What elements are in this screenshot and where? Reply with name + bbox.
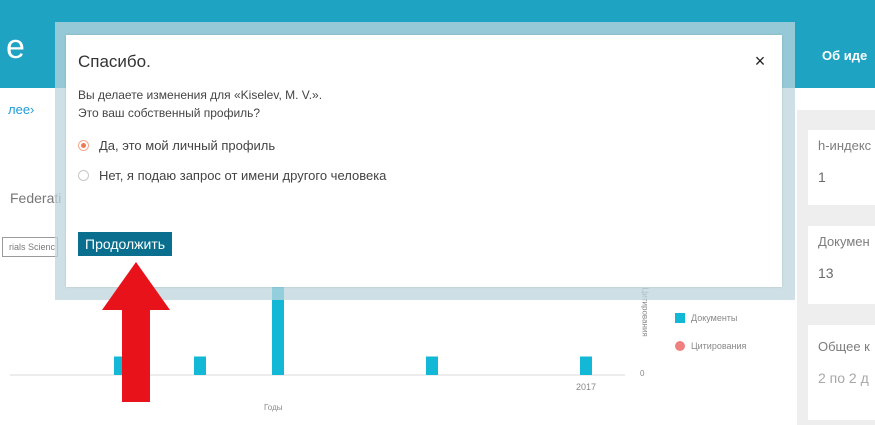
radio-button[interactable] [78,170,89,181]
x-tick-label: 2017 [576,382,597,392]
profile-confirm-dialog: Спасибо. × Вы делаете изменения для «Kis… [66,35,782,287]
metric-card-citations[interactable]: Общее к 2 по 2 д [808,325,875,420]
legend-swatch-citations [675,341,685,351]
bar-documents[interactable] [426,356,438,376]
arrow-shape [102,262,170,402]
dialog-text-line-2: Это ваш собственный профиль? [78,106,261,120]
metric-value: 1 [818,169,826,185]
red-arrow-annotation [102,262,170,402]
metric-card-h-index: h-индекс 1 [808,130,875,205]
radio-option-other[interactable]: Нет, я подаю запрос от имени другого чел… [78,168,386,183]
dialog-text-line-1: Вы делаете изменения для «Kiselev, M. V.… [78,88,323,102]
metric-card-documents[interactable]: Докумен 13 [808,226,875,304]
legend-item-documents[interactable]: Документы [675,313,737,323]
radio-option-self[interactable]: Да, это мой личный профиль [78,138,275,153]
continue-button[interactable]: Продолжить [78,232,173,256]
close-icon[interactable]: × [748,49,772,73]
metric-value: 2 по 2 д [818,370,869,386]
about-link[interactable]: Об иде [822,48,867,63]
x-axis-label: Годы [264,403,283,412]
bar-documents[interactable] [194,356,206,376]
radio-label: Нет, я подаю запрос от имени другого чел… [99,168,387,183]
legend-item-citations[interactable]: Цитирования [675,341,746,351]
metric-label: Докумен [818,234,870,249]
radio-button-selected[interactable] [78,140,89,151]
metric-label: Общее к [818,339,870,354]
metric-label: h-индекс [818,138,872,153]
bar-documents[interactable] [580,356,592,376]
legend-swatch-documents [675,313,685,323]
legend-label: Цитирования [691,341,747,351]
metric-value: 13 [818,265,834,281]
legend-label: Документы [691,313,738,323]
y2-zero-label: 0 [640,369,645,378]
radio-label: Да, это мой личный профиль [99,138,276,153]
dialog-title: Спасибо. [78,52,151,71]
